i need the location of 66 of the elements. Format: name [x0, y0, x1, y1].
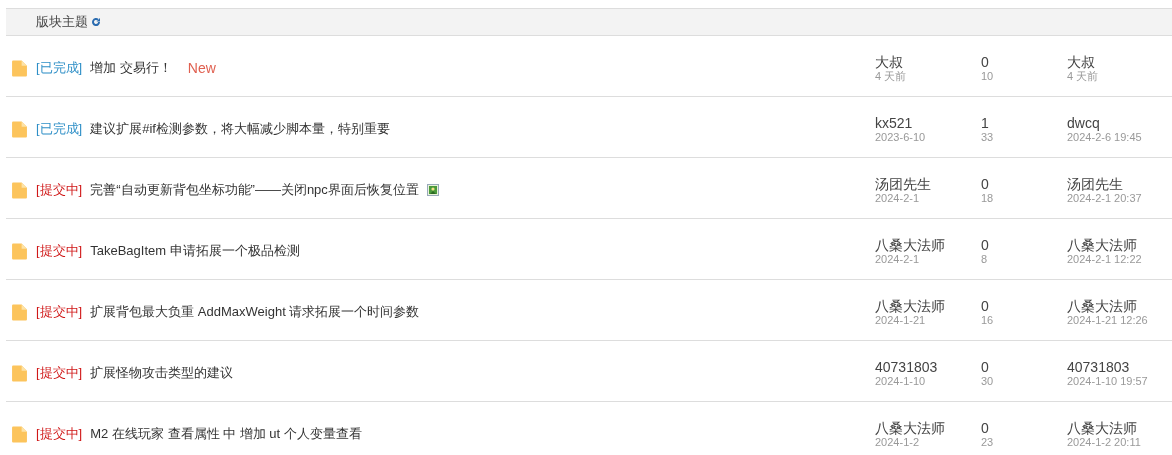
last-poster-link[interactable]: dwcq — [1067, 114, 1100, 131]
post-date: 2024-1-21 — [875, 313, 926, 327]
view-count: 23 — [981, 435, 994, 449]
thread-title-link[interactable]: M2 在线玩家 查看属性 中 增加 ut 个人变量查看 — [90, 425, 362, 443]
status-link[interactable]: [已完成] — [36, 120, 83, 138]
last-poster-link[interactable]: 大叔 — [1067, 53, 1095, 70]
post-date: 2024-2-1 — [875, 191, 920, 205]
last-post-time: 2024-2-6 19:45 — [1067, 130, 1142, 144]
post-date: 2024-1-2 — [875, 435, 920, 449]
reply-count: 0 — [981, 419, 989, 436]
new-label: New — [187, 60, 216, 76]
view-count: 33 — [981, 130, 994, 144]
author-link[interactable]: 八桑大法师 — [875, 236, 945, 253]
reply-count: 0 — [981, 175, 989, 192]
thread-title-link[interactable]: 完善“自动更新背包坐标功能”——关闭npc界面后恢复位置 — [90, 181, 419, 199]
status-link[interactable]: [提交中] — [36, 181, 83, 199]
view-count: 30 — [981, 374, 994, 388]
last-poster-link[interactable]: 八桑大法师 — [1067, 297, 1137, 314]
document-icon — [11, 303, 28, 321]
post-date: 2023-6-10 — [875, 130, 926, 144]
last-post-time: 2024-1-21 12:26 — [1067, 313, 1148, 327]
document-icon — [11, 425, 28, 443]
view-count: 16 — [981, 313, 994, 327]
status-link[interactable]: [提交中] — [36, 303, 83, 321]
thread-title-link[interactable]: 扩展怪物攻击类型的建议 — [90, 364, 234, 382]
document-icon — [11, 242, 28, 260]
thread-title-link[interactable]: TakeBagItem 申请拓展一个极品检测 — [90, 242, 300, 260]
document-icon — [11, 120, 28, 138]
last-poster-link[interactable]: 40731803 — [1067, 358, 1130, 375]
author-link[interactable]: 汤团先生 — [875, 175, 931, 192]
document-icon — [11, 181, 28, 199]
status-link[interactable]: [提交中] — [36, 425, 83, 443]
post-date: 2024-2-1 — [875, 252, 920, 266]
author-link[interactable]: 八桑大法师 — [875, 297, 945, 314]
reply-count: 0 — [981, 53, 989, 70]
post-date: 4 天前 — [875, 69, 907, 83]
refresh-icon[interactable] — [91, 17, 101, 27]
thread-title-link[interactable]: 扩展背包最大负重 AddMaxWeight 请求拓展一个时间参数 — [90, 303, 420, 321]
last-post-time: 4 天前 — [1067, 69, 1099, 83]
document-icon — [11, 59, 28, 77]
author-link[interactable]: 八桑大法师 — [875, 419, 945, 436]
view-count: 18 — [981, 191, 994, 205]
reply-count: 0 — [981, 297, 989, 314]
status-link[interactable]: [已完成] — [36, 59, 83, 77]
author-link[interactable]: 40731803 — [875, 358, 938, 375]
last-poster-link[interactable]: 八桑大法师 — [1067, 236, 1137, 253]
status-link[interactable]: [提交中] — [36, 364, 83, 382]
last-post-time: 2024-2-1 12:22 — [1067, 252, 1142, 266]
column-title: 版块主题 — [36, 13, 88, 31]
view-count: 10 — [981, 69, 994, 83]
last-post-time: 2024-2-1 20:37 — [1067, 191, 1142, 205]
reply-count: 0 — [981, 358, 989, 375]
thread-title-link[interactable]: 建议扩展#if检测参数，将大幅减少脚本量，特别重要 — [90, 120, 390, 138]
post-date: 2024-1-10 — [875, 374, 926, 388]
last-poster-link[interactable]: 汤团先生 — [1067, 175, 1123, 192]
thread-title-link[interactable]: 增加 交易行！ — [90, 59, 172, 77]
author-link[interactable]: kx521 — [875, 114, 913, 131]
last-post-time: 2024-1-2 20:11 — [1067, 435, 1141, 449]
view-count: 8 — [981, 252, 988, 266]
status-link[interactable]: [提交中] — [36, 242, 83, 260]
last-poster-link[interactable]: 八桑大法师 — [1067, 419, 1137, 436]
reply-count: 0 — [981, 236, 989, 253]
document-icon — [11, 364, 28, 382]
author-link[interactable]: 大叔 — [875, 53, 903, 70]
reply-count: 1 — [981, 114, 989, 131]
last-post-time: 2024-1-10 19:57 — [1067, 374, 1148, 388]
